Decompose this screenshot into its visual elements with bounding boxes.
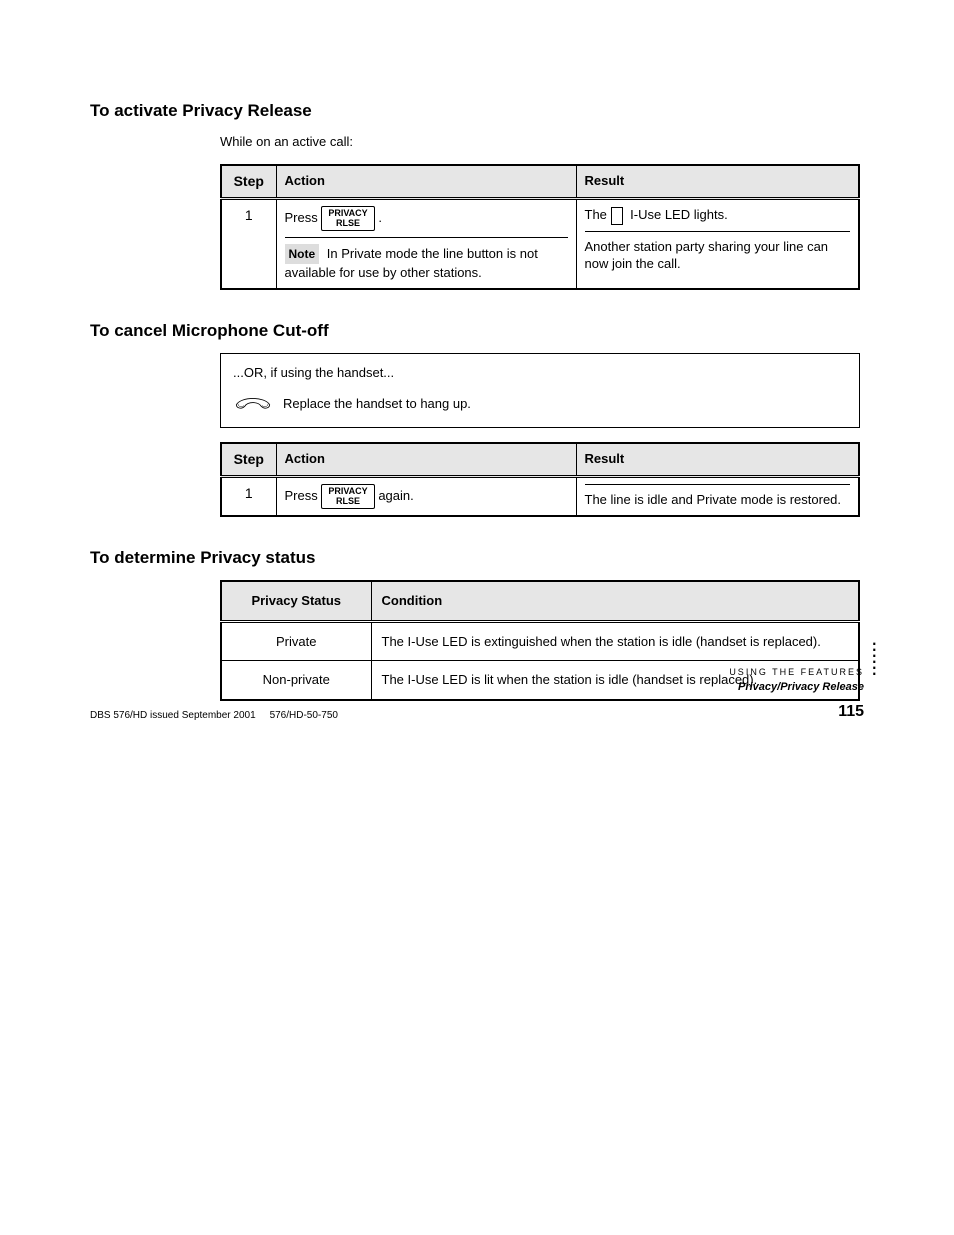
note-text: In Private mode the line button is not a… bbox=[285, 246, 538, 280]
table-header-row: Step Action Result bbox=[221, 165, 859, 198]
action-cell: Press PRIVACY RLSE again. bbox=[276, 477, 576, 516]
result-cell: The line is idle and Private mode is res… bbox=[576, 477, 859, 516]
note-chip: Note bbox=[285, 244, 320, 264]
result-after: Another station party sharing your line … bbox=[585, 239, 829, 272]
page-footer-right: ······ USING THE FEATURES Privacy/Privac… bbox=[729, 666, 864, 723]
footer-rev: 576/HD-50-750 bbox=[270, 710, 338, 721]
result-text: The line is idle and Private mode is res… bbox=[585, 492, 842, 507]
action-suffix: . bbox=[378, 210, 382, 225]
note-block: Note In Private mode the line button is … bbox=[285, 244, 568, 282]
table-row: 1 Press PRIVACY RLSE again. The line is … bbox=[221, 477, 859, 516]
action-cell: Press PRIVACY RLSE . Note In Private mod… bbox=[276, 199, 576, 289]
col-result: Result bbox=[576, 443, 859, 476]
action-prefix: Press bbox=[285, 210, 322, 225]
step-number: 1 bbox=[221, 199, 276, 289]
result-led-after: I-Use LED lights. bbox=[630, 207, 728, 222]
condition-private: The I-Use LED is extinguished when the s… bbox=[371, 621, 859, 661]
handset-or-box: ...OR, if using the handset... Replace t… bbox=[220, 353, 860, 429]
footer-subsection: Privacy/Privacy Release bbox=[729, 680, 864, 695]
handset-or-text: ...OR, if using the handset... bbox=[233, 364, 847, 382]
determine-privacy-title: To determine Privacy status bbox=[90, 547, 864, 570]
page-number: 115 bbox=[729, 701, 864, 723]
activate-privacy-title: To activate Privacy Release bbox=[90, 100, 864, 123]
col-step: Step bbox=[221, 443, 276, 476]
handset-down-icon bbox=[233, 389, 273, 417]
col-action: Action bbox=[276, 165, 576, 198]
table-header-row: Step Action Result bbox=[221, 443, 859, 476]
table-header-row: Privacy Status Condition bbox=[221, 581, 859, 621]
key-line2: RLSE bbox=[336, 218, 360, 228]
status-nonprivate: Non-private bbox=[221, 661, 371, 700]
privacy-release-key-icon: PRIVACY RLSE bbox=[321, 206, 374, 231]
col-action: Action bbox=[276, 443, 576, 476]
status-private: Private bbox=[221, 621, 371, 661]
key-line2: RLSE bbox=[336, 496, 360, 506]
col-result: Result bbox=[576, 165, 859, 198]
table-row: 1 Press PRIVACY RLSE . Note In Private m… bbox=[221, 199, 859, 289]
activate-privacy-lead: While on an active call: bbox=[220, 133, 864, 151]
action-suffix: again. bbox=[378, 488, 413, 503]
col-step: Step bbox=[221, 165, 276, 198]
result-led-prefix: The bbox=[585, 207, 607, 222]
step-number: 1 bbox=[221, 477, 276, 516]
footer-doc: DBS 576/HD issued September 2001 bbox=[90, 710, 256, 721]
cancel-mic-table: Step Action Result 1 Press PRIVACY RLSE … bbox=[220, 442, 860, 517]
action-prefix: Press bbox=[285, 488, 322, 503]
footer-section: USING THE FEATURES bbox=[729, 666, 864, 678]
footer-dots-icon: ······ bbox=[871, 640, 878, 676]
cancel-mic-title: To cancel Microphone Cut-off bbox=[90, 320, 864, 343]
result-cell: The I-Use LED lights. Another station pa… bbox=[576, 199, 859, 289]
privacy-release-key-icon: PRIVACY RLSE bbox=[321, 484, 374, 509]
handset-hangup-text: Replace the handset to hang up. bbox=[283, 395, 471, 413]
i-use-led-icon bbox=[611, 207, 623, 225]
page-footer-left: DBS 576/HD issued September 2001 576/HD-… bbox=[90, 709, 338, 723]
col-condition: Condition bbox=[371, 581, 859, 621]
activate-privacy-table: Step Action Result 1 Press PRIVACY RLSE … bbox=[220, 164, 860, 290]
table-row: Private The I-Use LED is extinguished wh… bbox=[221, 621, 859, 661]
col-privacy-status: Privacy Status bbox=[221, 581, 371, 621]
